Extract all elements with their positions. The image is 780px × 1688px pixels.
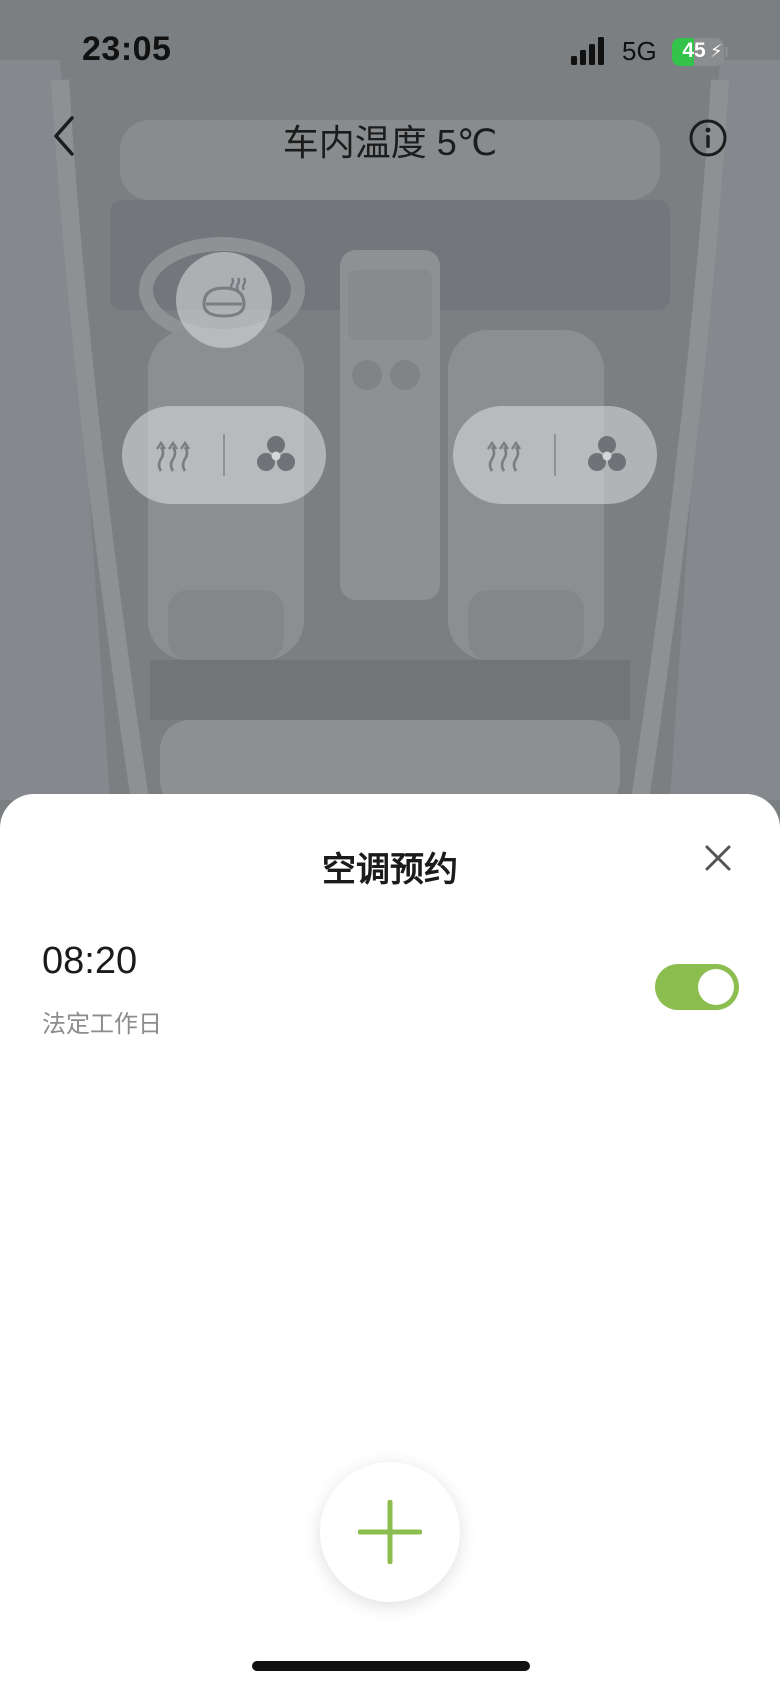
schedule-toggle[interactable]: [655, 964, 739, 1010]
driver-seat-controls: [122, 406, 326, 504]
steering-wheel-heat-button[interactable]: [176, 252, 272, 348]
cellular-signal-icon: [571, 37, 604, 65]
battery-indicator: 45 ⚡: [672, 38, 728, 66]
info-icon[interactable]: [688, 118, 728, 158]
seat-heat-icon: [486, 440, 521, 472]
network-type: 5G: [622, 36, 657, 66]
schedule-time: 08:20: [42, 940, 138, 982]
fan-icon: [256, 436, 295, 471]
close-icon[interactable]: [700, 840, 736, 876]
passenger-seat-controls: [453, 406, 657, 504]
ac-schedule-sheet: 空调预约 08:20 法定工作日: [0, 794, 780, 1688]
battery-cap: [725, 47, 728, 57]
schedule-repeat: 法定工作日: [42, 1011, 162, 1038]
toggle-knob: [698, 969, 734, 1005]
page-title: 车内温度 5℃: [282, 122, 498, 163]
driver-seat-heat-button[interactable]: [122, 406, 223, 504]
plus-icon: [358, 1500, 422, 1564]
home-indicator[interactable]: [252, 1661, 530, 1671]
driver-seat-ventilation-button[interactable]: [225, 406, 326, 504]
sheet-title: 空调预约: [322, 851, 458, 889]
steering-wheel-heat-icon: [202, 277, 247, 318]
passenger-seat-heat-button[interactable]: [453, 406, 554, 504]
charging-bolt-icon: ⚡: [710, 41, 723, 61]
fan-icon: [587, 436, 626, 471]
passenger-seat-ventilation-button[interactable]: [556, 406, 657, 504]
status-time: 23:05: [82, 30, 172, 68]
add-schedule-button[interactable]: [320, 1462, 460, 1602]
seat-heat-icon: [155, 440, 190, 472]
